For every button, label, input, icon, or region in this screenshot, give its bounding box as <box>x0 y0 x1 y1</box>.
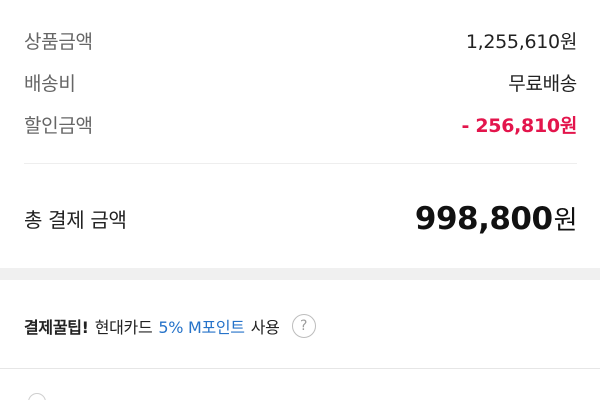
shipping-row: 배송비 무료배송 <box>24 66 577 98</box>
payment-tip-section: 결제꿀팁! 현대카드 5% M포인트 사용 ? <box>0 280 600 368</box>
product-amount-row: 상품금액 1,255,610원 <box>24 24 577 56</box>
discount-label: 할인금액 <box>24 114 93 137</box>
total-payment-row: 총 결제 금액 998,800원 <box>24 196 578 240</box>
discount-row: 할인금액 - 256,810원 <box>24 108 577 140</box>
product-amount-unit: 원 <box>559 30 577 53</box>
discount-value: - 256,810원 <box>461 111 577 138</box>
next-section-partial <box>0 369 600 400</box>
product-amount-label: 상품금액 <box>24 30 93 53</box>
tip-title: 결제꿀팁! <box>24 318 89 337</box>
payment-summary-page: 상품금액 1,255,610원 배송비 무료배송 할인금액 - 256,810원… <box>0 0 600 400</box>
total-payment-number: 998,800 <box>414 200 553 237</box>
price-summary-section: 상품금액 1,255,610원 배송비 무료배송 할인금액 - 256,810원… <box>0 0 600 268</box>
tip-highlight: 5% M포인트 <box>158 318 245 337</box>
tip-prefix: 현대카드 <box>94 318 153 337</box>
shipping-label: 배송비 <box>24 72 76 95</box>
discount-number: - 256,810 <box>461 114 560 137</box>
product-amount-value: 1,255,610원 <box>466 27 577 54</box>
help-icon[interactable]: ? <box>291 314 316 338</box>
discount-unit: 원 <box>559 114 577 137</box>
shipping-value: 무료배송 <box>508 72 577 95</box>
radio-circle-icon[interactable] <box>28 393 46 400</box>
total-payment-label: 총 결제 금액 <box>24 207 127 232</box>
product-amount-number: 1,255,610 <box>465 30 560 53</box>
tip-suffix: 사용 <box>250 318 280 337</box>
payment-tip: 결제꿀팁! 현대카드 5% M포인트 사용 ? <box>24 314 316 338</box>
section-gap <box>0 268 600 280</box>
total-payment-unit: 원 <box>553 205 578 236</box>
total-payment-value: 998,800원 <box>414 200 578 237</box>
summary-divider <box>24 163 577 164</box>
